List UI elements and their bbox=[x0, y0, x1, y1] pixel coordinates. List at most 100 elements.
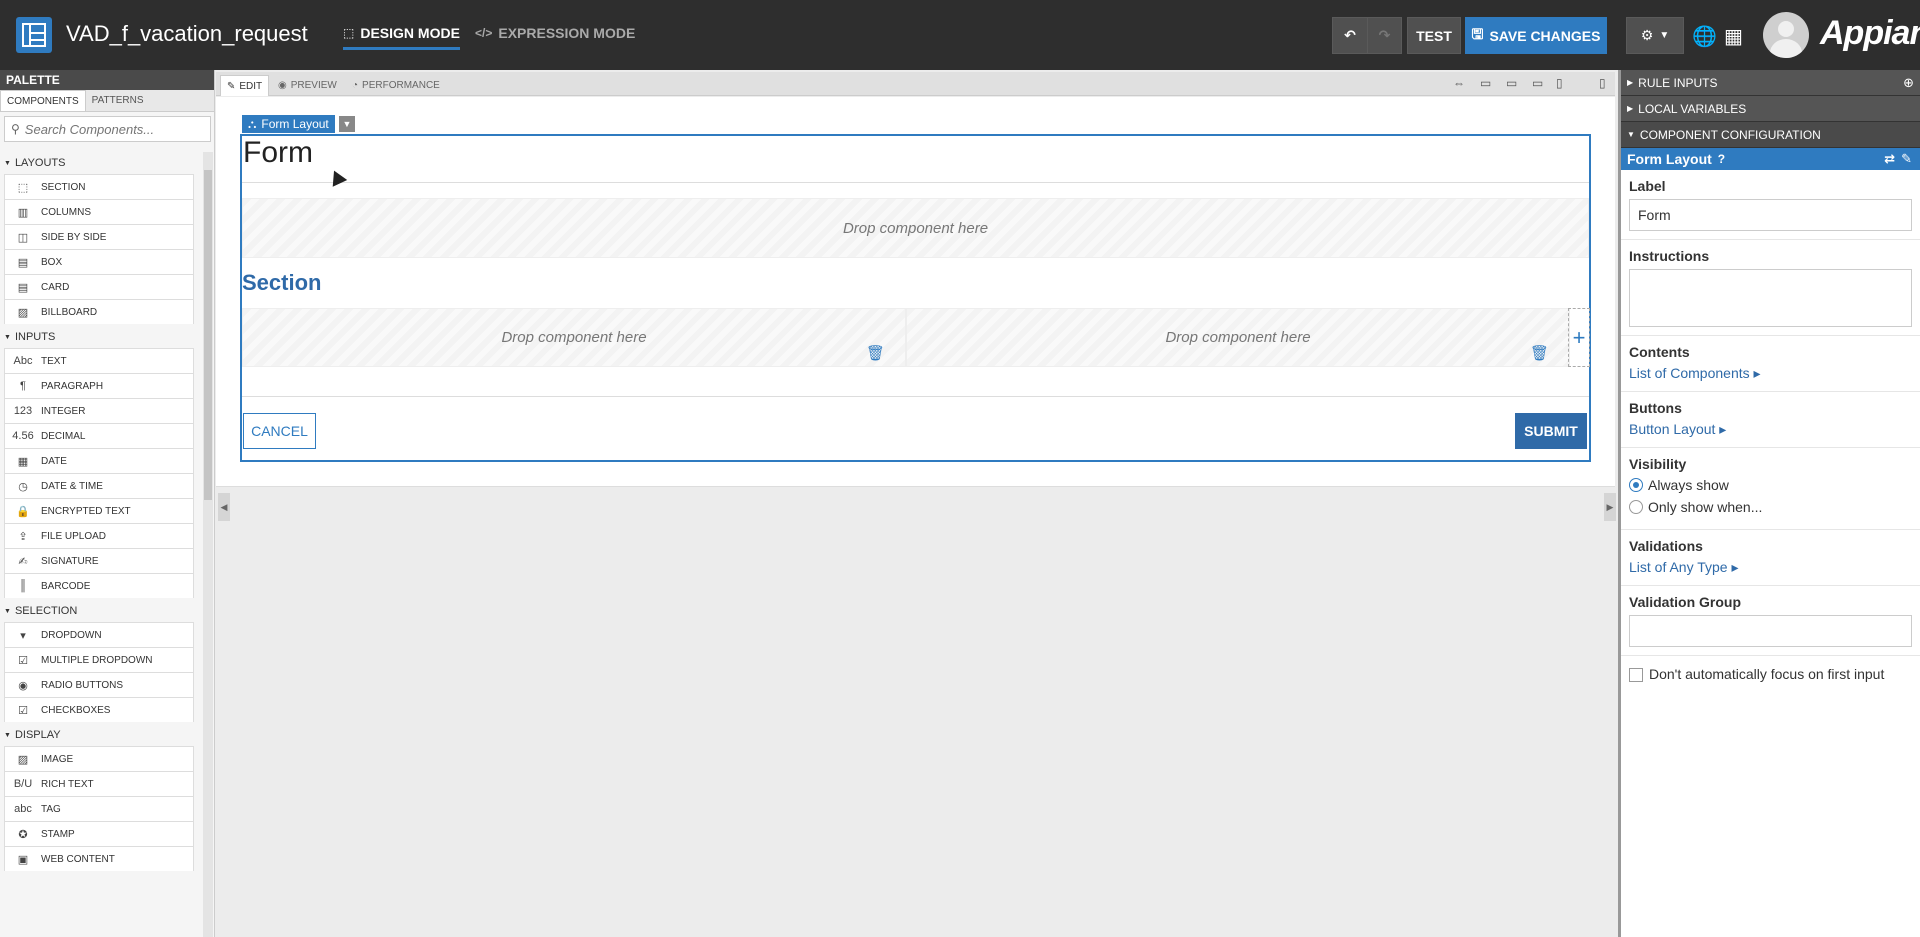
drop-zone-form[interactable]: Drop component here bbox=[242, 198, 1589, 258]
buttons-link[interactable]: Button Layout ▸ bbox=[1629, 421, 1726, 437]
palette-item-checkboxes[interactable]: ☑ CHECKBOXES bbox=[4, 697, 194, 722]
tab-preview[interactable]: ◉ PREVIEW bbox=[272, 75, 343, 96]
palette-item-image[interactable]: ▨ IMAGE bbox=[4, 746, 194, 771]
fit-width-icon[interactable]: ⇔ bbox=[1453, 76, 1465, 90]
palette-item-label: DATE & TIME bbox=[41, 480, 103, 492]
tab-components[interactable]: COMPONENTS bbox=[0, 90, 86, 111]
chevron-left-icon: ◀ bbox=[220, 501, 228, 512]
collapse-palette-handle[interactable]: ◀ bbox=[218, 493, 230, 521]
help-icon[interactable]: ? bbox=[1718, 152, 1725, 166]
palette-item-rich-text[interactable]: B/U RICH TEXT bbox=[4, 771, 194, 796]
palette-item-columns[interactable]: ▥ COLUMNS bbox=[4, 199, 194, 224]
local-variables-label: LOCAL VARIABLES bbox=[1638, 101, 1747, 116]
form-title[interactable]: Form bbox=[243, 136, 313, 170]
collapse-config-handle[interactable]: ▶ bbox=[1604, 493, 1616, 521]
scrollbar-thumb[interactable] bbox=[204, 170, 212, 500]
palette-item-integer[interactable]: 123 INTEGER bbox=[4, 398, 194, 423]
palette-item-radio-buttons[interactable]: ◉ RADIO BUTTONS bbox=[4, 672, 194, 697]
chevron-right-icon: ▶ bbox=[1606, 501, 1614, 512]
palette-item-file-upload[interactable]: ⇪ FILE UPLOAD bbox=[4, 523, 194, 548]
cancel-button[interactable]: CANCEL bbox=[243, 413, 316, 449]
divider bbox=[242, 182, 1589, 183]
instructions-field[interactable] bbox=[1629, 269, 1912, 327]
rich-text-icon: B/U bbox=[13, 778, 33, 790]
palette-item-text[interactable]: Abc TEXT bbox=[4, 348, 194, 373]
add-rule-input-icon[interactable]: ⊕ bbox=[1903, 75, 1914, 91]
palette-item-signature[interactable]: ✍ SIGNATURE bbox=[4, 548, 194, 573]
apps-grid-icon[interactable]: ▦ bbox=[1724, 24, 1743, 49]
stamp-icon: ✪ bbox=[18, 828, 28, 841]
settings-menu-button[interactable]: ⚙ ▼ bbox=[1626, 17, 1684, 54]
undo-button[interactable]: ↶ bbox=[1332, 17, 1368, 54]
component-configuration-header[interactable]: ▼ COMPONENT CONFIGURATION bbox=[1621, 122, 1920, 148]
form-layout-chip[interactable]: ⛬ Form Layout bbox=[242, 115, 335, 133]
contents-link[interactable]: List of Components ▸ bbox=[1629, 365, 1761, 381]
caret-down-icon: ▼ bbox=[4, 159, 11, 167]
section-title[interactable]: Section bbox=[242, 270, 321, 296]
label-field[interactable]: Form bbox=[1629, 199, 1912, 231]
tab-expression-mode[interactable]: </> EXPRESSION MODE bbox=[475, 25, 635, 47]
palette-item-date-time[interactable]: ◷ DATE & TIME bbox=[4, 473, 194, 498]
palette-category-inputs[interactable]: ▼ INPUTS bbox=[0, 326, 200, 348]
form-layout-menu-button[interactable]: ▼ bbox=[339, 116, 355, 132]
test-button[interactable]: TEST bbox=[1407, 17, 1461, 54]
palette-item-multiple-dropdown[interactable]: ☑ MULTIPLE DROPDOWN bbox=[4, 647, 194, 672]
drop-zone-column-1[interactable]: Drop component here bbox=[242, 308, 906, 367]
delete-column-1-icon[interactable]: 🗑 bbox=[866, 344, 885, 362]
desktop-icon[interactable]: ▭ bbox=[1532, 76, 1543, 90]
monitor-icon[interactable]: ▭ bbox=[1506, 76, 1517, 90]
phone-icon[interactable]: ▯ bbox=[1599, 76, 1606, 90]
palette-item-dropdown[interactable]: ▾ DROPDOWN bbox=[4, 622, 194, 647]
palette-scrollbar[interactable] bbox=[203, 152, 213, 937]
delete-column-2-icon[interactable]: 🗑 bbox=[1530, 344, 1549, 362]
auto-focus-checkbox[interactable] bbox=[1629, 668, 1643, 682]
avatar[interactable] bbox=[1763, 12, 1809, 58]
contents-title: Contents bbox=[1629, 344, 1690, 360]
palette-item-barcode[interactable]: ║ BARCODE bbox=[4, 573, 194, 598]
submit-button[interactable]: SUBMIT bbox=[1515, 413, 1587, 449]
drop-zone-column-2[interactable]: Drop component here bbox=[906, 308, 1570, 367]
validations-link[interactable]: List of Any Type ▸ bbox=[1629, 559, 1739, 575]
tab-edit[interactable]: ✎ EDIT bbox=[220, 75, 270, 96]
palette-item-label: COLUMNS bbox=[41, 206, 92, 218]
visibility-always-show-radio[interactable]: Always show bbox=[1629, 477, 1912, 493]
palette-item-label: IMAGE bbox=[41, 753, 74, 765]
palette-item-card[interactable]: ▤ CARD bbox=[4, 274, 194, 299]
palette-item-web-content[interactable]: ▣ WEB CONTENT bbox=[4, 846, 194, 871]
palette-item-decimal[interactable]: 4.56 DECIMAL bbox=[4, 423, 194, 448]
edit-icon[interactable]: ✎ bbox=[1901, 151, 1912, 167]
rule-inputs-header[interactable]: ▶ RULE INPUTS ⊕ bbox=[1621, 70, 1920, 96]
palette-item-tag[interactable]: abc TAG bbox=[4, 796, 194, 821]
palette-item-date[interactable]: ▦ DATE bbox=[4, 448, 194, 473]
palette-item-stamp[interactable]: ✪ STAMP bbox=[4, 821, 194, 846]
local-variables-header[interactable]: ▶ LOCAL VARIABLES bbox=[1621, 96, 1920, 122]
search-box[interactable]: ⚲ bbox=[4, 116, 211, 142]
tab-expression-mode-label: EXPRESSION MODE bbox=[498, 25, 636, 41]
add-column-button[interactable]: + bbox=[1568, 308, 1590, 367]
globe-search-icon[interactable]: 🌐 bbox=[1692, 24, 1717, 49]
redo-button[interactable]: ↷ bbox=[1367, 17, 1402, 54]
palette-category-display[interactable]: ▼ DISPLAY bbox=[0, 724, 200, 746]
visibility-only-show-when-radio[interactable]: Only show when... bbox=[1629, 499, 1912, 515]
tab-design-mode[interactable]: ⬚ DESIGN MODE bbox=[343, 25, 460, 50]
palette-item-box[interactable]: ▤ BOX bbox=[4, 249, 194, 274]
palette-item-billboard[interactable]: ▨ BILLBOARD bbox=[4, 299, 194, 324]
palette-category-layouts[interactable]: ▼ LAYOUTS bbox=[0, 152, 200, 174]
search-input[interactable] bbox=[24, 121, 195, 137]
monitor-wide-icon[interactable]: ▭ bbox=[1480, 76, 1491, 90]
palette-item-label: FILE UPLOAD bbox=[41, 530, 107, 542]
tablet-icon[interactable]: ▯ bbox=[1556, 76, 1563, 90]
tab-patterns[interactable]: PATTERNS bbox=[86, 90, 150, 111]
palette-item-label: TEXT bbox=[41, 355, 67, 367]
palette-category-selection[interactable]: ▼ SELECTION bbox=[0, 600, 200, 622]
palette-item-paragraph[interactable]: ¶ PARAGRAPH bbox=[4, 373, 194, 398]
palette-item-side-by-side[interactable]: ◫ SIDE BY SIDE bbox=[4, 224, 194, 249]
palette-item-encrypted-text[interactable]: 🔒 ENCRYPTED TEXT bbox=[4, 498, 194, 523]
swap-icon[interactable]: ⇄ bbox=[1884, 151, 1895, 167]
tab-performance[interactable]: ◔ PERFORMANCE bbox=[346, 75, 446, 96]
save-changes-button[interactable]: 🖫 SAVE CHANGES bbox=[1465, 17, 1607, 54]
palette-item-label: DROPDOWN bbox=[41, 629, 102, 641]
divider bbox=[242, 396, 1589, 397]
palette-item-section[interactable]: ⬚ SECTION bbox=[4, 174, 194, 199]
validation-group-field[interactable] bbox=[1629, 615, 1912, 647]
